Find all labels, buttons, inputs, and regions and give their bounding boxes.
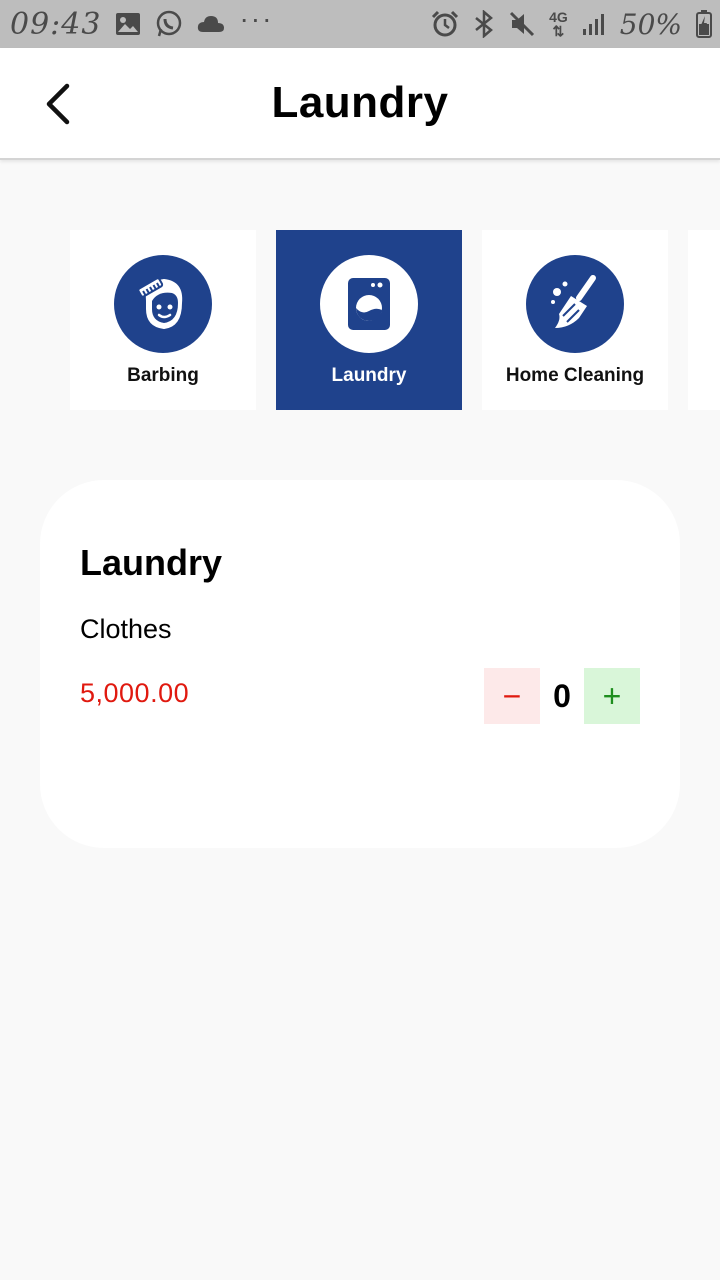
battery-icon — [696, 10, 712, 38]
status-bar-left: 09:43 ··· — [10, 3, 274, 42]
battery-percent: 50% — [619, 7, 682, 41]
increment-button[interactable]: + — [584, 668, 640, 724]
status-bar-right: 4G ⇅ 50% — [431, 8, 712, 41]
decrement-button[interactable]: − — [484, 668, 540, 724]
more-notifications-icon: ··· — [239, 3, 274, 34]
mute-icon — [509, 11, 535, 37]
item-name: Clothes — [80, 614, 172, 644]
service-card: Laundry Clothes 5,000.00 − 0 + — [40, 480, 680, 848]
category-carousel[interactable]: Barbing Laundry Home Cleaning — [0, 230, 720, 410]
network-label: 4G — [549, 9, 568, 25]
category-label: Home Cleaning — [505, 365, 645, 386]
barber-icon — [137, 277, 183, 329]
signal-icon — [582, 12, 606, 36]
category-label: Laundry — [331, 365, 407, 386]
washing-machine-icon — [348, 278, 390, 330]
data-arrows-icon: ⇅ — [552, 23, 565, 39]
category-card-barbing[interactable]: Barbing — [70, 230, 256, 410]
item-price: 5,000.00 — [80, 678, 190, 708]
category-card-laundry[interactable]: Laundry — [276, 230, 462, 410]
category-icon-circle — [114, 255, 212, 353]
minus-icon: − — [502, 677, 522, 714]
cloud-icon — [197, 14, 225, 34]
status-time: 09:43 — [10, 6, 102, 42]
quantity-value: 0 — [553, 677, 571, 714]
category-icon-circle — [320, 255, 418, 353]
category-label: Barbing — [127, 365, 199, 386]
quantity-stepper: − 0 + — [484, 668, 640, 724]
app-bar: Laundry — [0, 48, 720, 160]
whatsapp-icon — [155, 10, 183, 38]
alarm-icon — [431, 10, 459, 38]
broom-icon — [551, 275, 596, 328]
category-card-home-cleaning[interactable]: Home Cleaning — [482, 230, 668, 410]
network-type: 4G ⇅ — [549, 10, 568, 38]
gallery-icon — [115, 12, 141, 36]
category-card-partial[interactable] — [688, 230, 720, 410]
service-title: Laundry — [80, 542, 223, 583]
bluetooth-icon — [473, 10, 495, 38]
status-bar: 09:43 ··· 4G ⇅ 50% — [0, 0, 720, 48]
plus-icon: + — [602, 677, 622, 714]
page-title: Laundry — [271, 78, 449, 127]
category-icon-circle — [526, 255, 624, 353]
